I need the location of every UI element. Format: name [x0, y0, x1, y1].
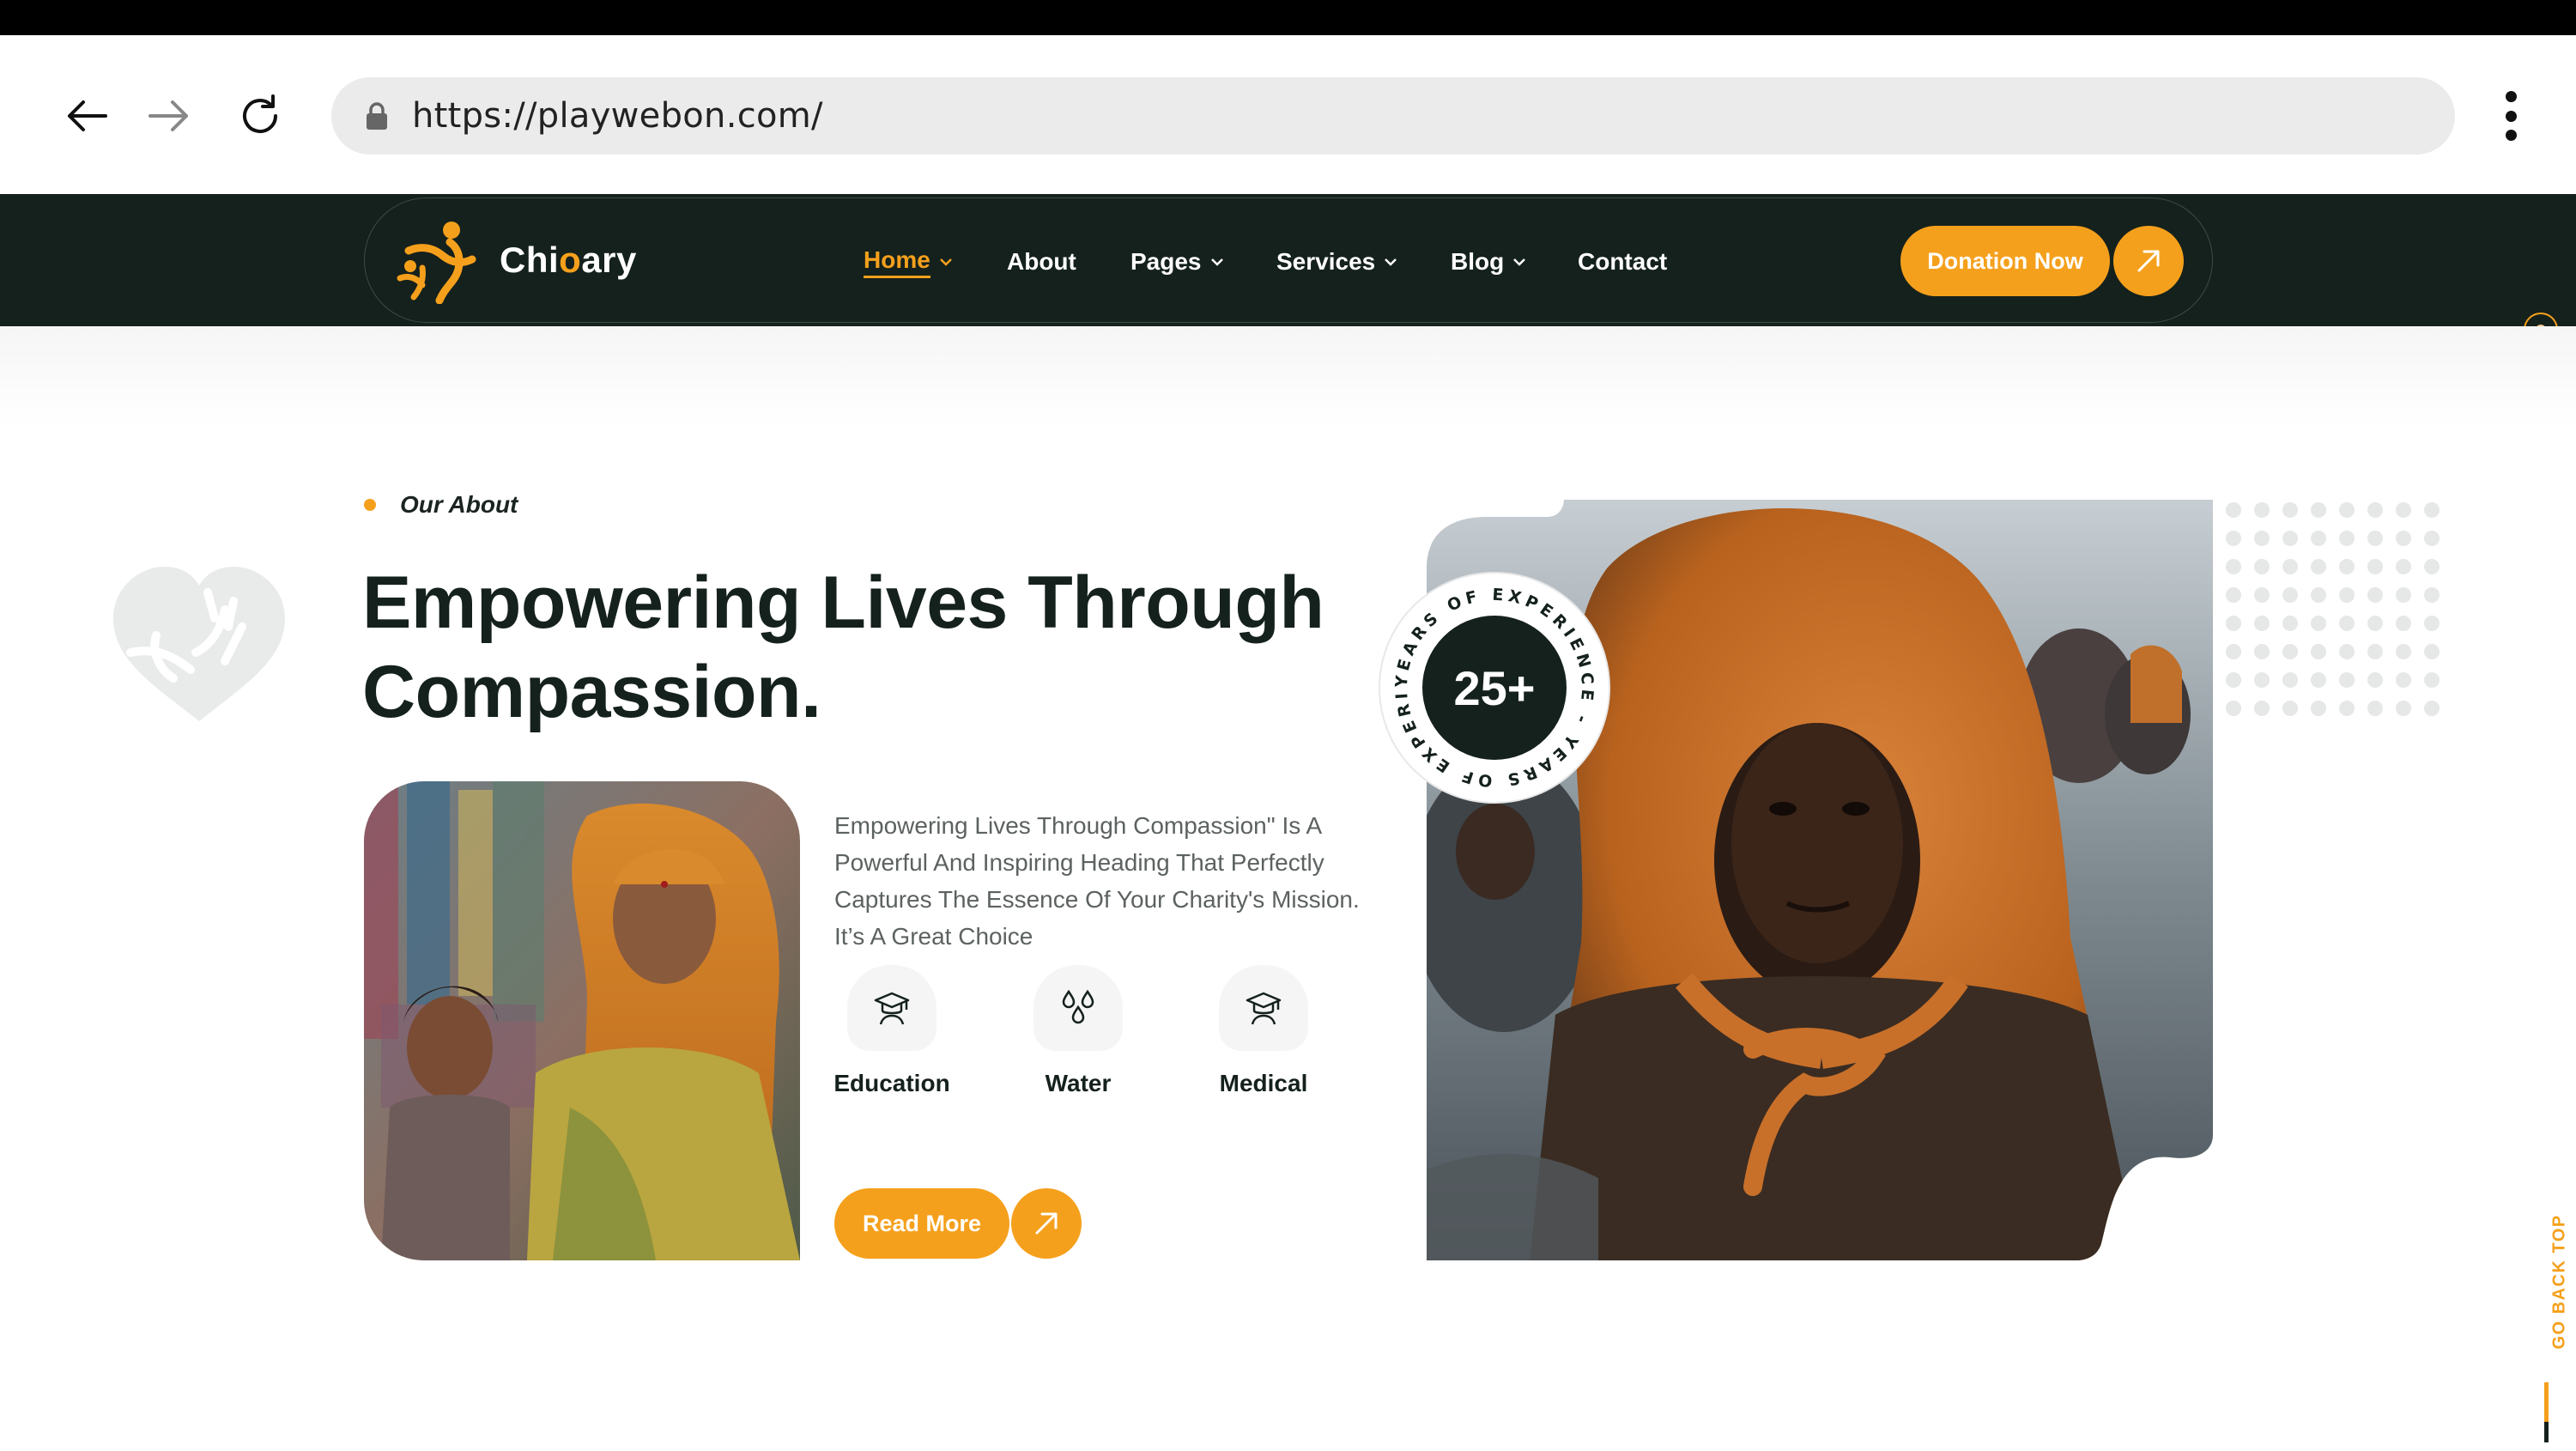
feature-medical[interactable]: Medical [1195, 965, 1332, 1097]
read-more-arrow-button[interactable] [1011, 1188, 1082, 1259]
chevron-down-icon [939, 258, 952, 266]
back-arrow-icon[interactable] [57, 86, 117, 146]
nav-item-home[interactable]: Home [864, 232, 953, 292]
dot-grid-decoration [2226, 502, 2440, 716]
arrow-up-right-icon [2137, 250, 2160, 272]
scroll-progress-bar [2544, 1382, 2549, 1442]
nav-item-pages[interactable]: Pages [1130, 232, 1224, 292]
donation-now-button[interactable]: Donation Now [1900, 226, 2110, 296]
address-bar[interactable]: https://playwebon.com/ [331, 77, 2455, 155]
nav-item-blog[interactable]: Blog [1451, 232, 1526, 292]
mother-daughter-photo [364, 781, 800, 1260]
water-drops-icon [1062, 989, 1094, 1024]
url-text: https://playwebon.com/ [412, 96, 823, 136]
experience-badge: YEARS OF EXPERIENCE - YEARS OF EXPERIENC… [1377, 570, 1610, 804]
feature-label: Medical [1219, 1070, 1308, 1096]
read-more-button[interactable]: Read More [834, 1188, 1009, 1259]
feature-education[interactable]: Education [823, 965, 961, 1097]
brand-name: Chioary [500, 240, 637, 280]
heart-hands-decoration-icon [113, 567, 285, 721]
nav-item-contact[interactable]: Contact [1578, 232, 1667, 292]
chevron-down-icon [1210, 258, 1223, 266]
experience-number: 25+ [1454, 661, 1536, 715]
chevron-down-icon [1385, 258, 1397, 266]
nav-item-about[interactable]: About [1007, 232, 1076, 292]
graduation-cap-icon [874, 992, 910, 1025]
device-status-bar [0, 0, 2576, 35]
lock-icon [367, 102, 387, 130]
site-logo[interactable]: Chioary [393, 213, 637, 307]
graduation-cap-icon [1246, 992, 1282, 1025]
section-tag-label: Our About [400, 491, 518, 518]
reload-icon[interactable] [230, 86, 290, 146]
kebab-menu-icon[interactable] [2489, 86, 2532, 146]
hero-transition-band [0, 326, 2576, 429]
nav-item-services[interactable]: Services [1276, 232, 1397, 292]
charity-logo-icon [397, 222, 476, 304]
arrow-up-right-icon [1035, 1212, 1058, 1235]
feature-water[interactable]: Water [1009, 965, 1147, 1097]
forward-arrow-icon[interactable] [139, 86, 199, 146]
feature-label: Water [1045, 1070, 1112, 1096]
chevron-down-icon [1513, 258, 1526, 266]
about-description: Empowering Lives Through Compassion" Is … [834, 812, 1360, 950]
tag-dot [364, 499, 376, 511]
feature-label: Education [833, 1070, 950, 1096]
donation-arrow-button[interactable] [2113, 226, 2184, 296]
section-heading: Empowering Lives Through Compassion. [362, 562, 1324, 733]
go-back-top-label: GO BACK TOP [2549, 1214, 2569, 1350]
section-tag: Our About [364, 491, 518, 519]
go-back-top-button[interactable]: GO BACK TOP [2532, 1214, 2576, 1451]
